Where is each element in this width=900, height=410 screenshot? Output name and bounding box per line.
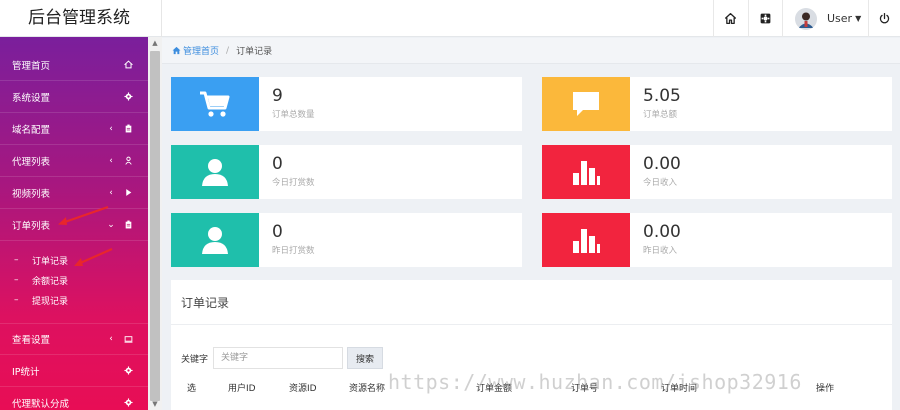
stat-card-yesterday-tips: 0 昨日打赏数	[171, 213, 522, 267]
card-label: 昨日打赏数	[272, 246, 315, 256]
sidebar-subitem-label: 余额记录	[32, 276, 69, 287]
sidebar-item-ip-stats[interactable]: IP统计	[0, 355, 148, 387]
sidebar-item-agent-list[interactable]: 代理列表 ‹	[0, 145, 148, 177]
sidebar-item-view-settings[interactable]: 查看设置 ‹	[0, 323, 148, 355]
sidebar-item-label: 查看设置	[12, 335, 51, 346]
sidebar-item-label: 管理首页	[12, 60, 51, 72]
home-icon	[724, 12, 737, 25]
user-icon	[202, 227, 228, 254]
chevron-left-icon: ‹	[109, 123, 113, 134]
gear-icon	[118, 90, 138, 104]
chevron-left-icon: ‹	[109, 334, 113, 344]
user-icon	[118, 154, 138, 168]
sidebar-item-system-settings[interactable]: 系统设置	[0, 81, 148, 113]
breadcrumb-home-link[interactable]: 管理首页	[172, 44, 219, 57]
breadcrumb-home-label: 管理首页	[183, 47, 220, 57]
sidebar-subitem-label: 订单记录	[32, 256, 69, 267]
logout-button[interactable]	[868, 0, 900, 37]
card-value: 0.00	[643, 154, 681, 174]
stat-card-today-income: 0.00 今日收入	[542, 145, 892, 199]
scroll-thumb[interactable]	[150, 51, 160, 401]
search-button[interactable]: 搜索	[347, 347, 383, 369]
column-header-resource-name: 资源名称	[349, 384, 386, 394]
bar-chart-icon	[573, 229, 600, 253]
home-icon	[118, 58, 138, 72]
brand-title: 后台管理系统	[0, 0, 162, 37]
settings-icon	[760, 13, 771, 24]
user-icon	[202, 159, 228, 186]
annotation-arrow-icon	[58, 205, 109, 225]
card-value: 0	[272, 222, 283, 242]
sidebar-item-label: 系统设置	[12, 92, 51, 104]
card-label: 今日打赏数	[272, 178, 315, 188]
clipboard-icon	[118, 218, 138, 232]
stat-card-today-tips: 0 今日打赏数	[171, 145, 522, 199]
card-label: 订单总额	[643, 110, 678, 120]
card-icon-box	[171, 213, 259, 267]
top-header: 后台管理系统 User ▼	[0, 0, 900, 37]
scroll-down-icon[interactable]: ▼	[148, 398, 162, 410]
sidebar-item-domain-config[interactable]: 域名配置 ‹	[0, 113, 148, 145]
gear-icon	[118, 396, 138, 410]
chevron-left-icon: ‹	[109, 187, 113, 198]
sidebar-item-dashboard[interactable]: 管理首页	[0, 49, 148, 81]
settings-button[interactable]	[748, 0, 782, 37]
card-icon-box	[171, 145, 259, 199]
search-input[interactable]	[213, 347, 343, 369]
card-value: 9	[272, 86, 283, 106]
gear-icon	[118, 364, 138, 378]
sidebar-item-label: 视频列表	[12, 188, 51, 200]
column-header-resource-id: 资源ID	[289, 384, 317, 394]
monitor-icon	[118, 332, 138, 346]
sidebar-item-label: 代理默认分成	[12, 398, 70, 410]
play-icon	[118, 186, 138, 200]
sidebar-subitem-withdraw-records[interactable]: – 提现记录	[0, 290, 148, 310]
sidebar-item-label: IP统计	[12, 366, 40, 378]
breadcrumb: 管理首页 / 订单记录	[162, 38, 900, 64]
column-header-user-id: 用户ID	[228, 384, 256, 394]
panel-title: 订单记录	[181, 296, 230, 310]
user-menu[interactable]: User ▼	[782, 0, 868, 37]
card-icon-box	[542, 145, 630, 199]
stat-card-order-total: 5.05 订单总额	[542, 77, 892, 131]
sidebar-item-label: 代理列表	[12, 156, 51, 168]
sidebar-scrollbar[interactable]: ▲ ▼	[148, 37, 162, 410]
column-header-actions: 操作	[816, 384, 835, 394]
bar-chart-icon	[573, 161, 600, 185]
user-name: User	[827, 12, 853, 25]
card-label: 昨日收入	[643, 246, 678, 256]
power-icon	[879, 12, 890, 24]
card-label: 今日收入	[643, 178, 678, 188]
card-icon-box	[171, 77, 259, 131]
annotation-arrow-icon	[74, 247, 113, 266]
stat-card-yesterday-income: 0.00 昨日收入	[542, 213, 892, 267]
stat-card-order-count: 9 订单总数量	[171, 77, 522, 131]
card-value: 0	[272, 154, 283, 174]
sidebar-item-agent-default-share[interactable]: 代理默认分成	[0, 387, 148, 410]
watermark-text: https://www.huzhan.com/ishop32916	[388, 370, 802, 394]
sidebar: 管理首页 系统设置 域名配置 ‹ 代理列表 ‹ 视频列表 ‹ 订单列表 ⌄ – …	[0, 37, 148, 410]
card-value: 5.05	[643, 86, 681, 106]
scroll-up-icon[interactable]: ▲	[148, 37, 162, 49]
avatar	[795, 7, 817, 30]
home-button[interactable]	[713, 0, 747, 37]
caret-down-icon: ▼	[855, 14, 862, 23]
sidebar-subitem-label: 提现记录	[32, 296, 69, 307]
sidebar-subitem-balance-records[interactable]: – 余额记录	[0, 270, 148, 290]
cart-icon	[200, 91, 230, 117]
card-icon-box	[542, 213, 630, 267]
sidebar-item-label: 域名配置	[12, 124, 51, 136]
clipboard-icon	[118, 122, 138, 136]
search-label: 关键字	[181, 355, 209, 365]
card-value: 0.00	[643, 222, 681, 242]
breadcrumb-current: 订单记录	[236, 47, 273, 57]
column-header-select: 选	[187, 384, 197, 394]
panel-divider	[171, 324, 892, 325]
comment-icon	[573, 92, 599, 116]
card-label: 订单总数量	[272, 110, 315, 120]
breadcrumb-separator: /	[226, 45, 230, 56]
home-icon	[172, 46, 181, 55]
chevron-left-icon: ‹	[109, 155, 113, 166]
card-icon-box	[542, 77, 630, 131]
